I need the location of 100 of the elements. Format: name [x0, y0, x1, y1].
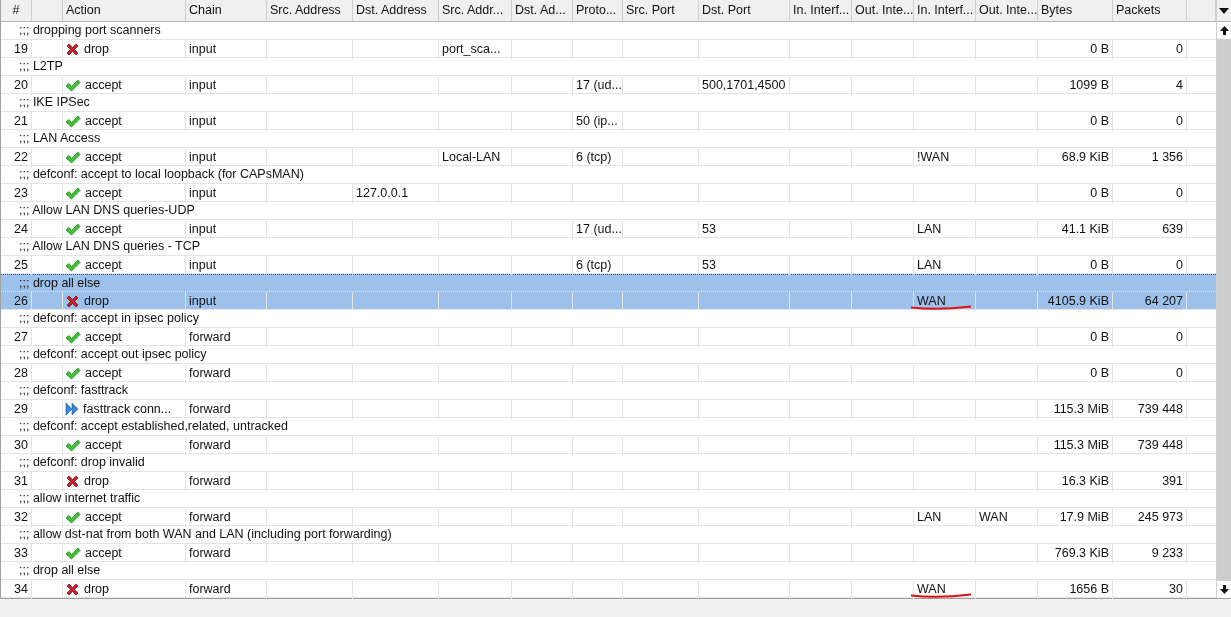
table-row[interactable]: 26 drop input WAN 4105.9 KiB 64 207 [1, 292, 1216, 310]
table-row[interactable]: 24 accept input 17 (ud... 53 LAN 41.1 KiB 639 [1, 220, 1216, 238]
caret-icon [1219, 7, 1229, 14]
table-row[interactable]: 33 accept forward 769.3 KiB 9 233 [1, 544, 1216, 562]
comment-row[interactable]: ;;; allow internet traffic [1, 490, 1216, 508]
table-cell-text: 1099 B [1069, 77, 1109, 94]
table-row[interactable]: 22 accept input Local-LAN 6 (tcp) !WAN 68.9 KiB 1 356 [1, 148, 1216, 166]
rule-comment: ;;; IKE IPSec [19, 94, 90, 112]
table-cell-text: 53 [702, 257, 716, 274]
comment-row[interactable]: ;;; defconf: accept out ipsec policy [1, 346, 1216, 364]
column-header[interactable]: Chain [186, 0, 267, 21]
rule-comment: ;;; defconf: accept to local loopback (for CAPsMAN) [19, 166, 304, 184]
column-header[interactable]: Src. Addr... [439, 0, 512, 21]
comment-row[interactable]: ;;; IKE IPSec [1, 94, 1216, 112]
column-header[interactable]: Dst. Address [353, 0, 439, 21]
scrollbar[interactable] [1216, 0, 1231, 598]
cross-icon [65, 293, 80, 309]
scroll-down-button[interactable] [1217, 581, 1231, 598]
table-cell-text: 41.1 KiB [1061, 221, 1109, 238]
table-row[interactable]: 29 fasttrack conn... forward 115.3 MiB 739 448 [1, 400, 1216, 418]
rule-comment: ;;; drop all else [19, 274, 101, 292]
rule-comment: ;;; defconf: drop invalid [19, 454, 145, 472]
rule-comment: ;;; LAN Access [19, 130, 101, 148]
comment-row[interactable]: ;;; defconf: accept to local loopback (for CAPsMAN) [1, 166, 1216, 184]
rule-comment: ;;; defconf: accept established,related, untracked [19, 418, 288, 436]
table-row[interactable]: 31 drop forward 16.3 KiB 391 [1, 472, 1216, 490]
table-cell-text: 6 (tcp) [576, 257, 612, 274]
column-header[interactable]: Out. Inte... [976, 0, 1038, 21]
rule-comment: ;;; Allow LAN DNS queries - TCP [19, 238, 201, 256]
comment-row[interactable]: ;;; allow dst-nat from both WAN and LAN (including port forwarding) [1, 526, 1216, 544]
action-label: accept [85, 437, 122, 454]
table-cell-text: 0 [1176, 113, 1183, 130]
comment-row[interactable]: ;;; dropping port scanners [1, 22, 1216, 40]
table-cell-text: 30 [1169, 581, 1183, 598]
table-cell-text: 115.3 MiB [1053, 437, 1109, 454]
table-cell-text: 0 B [1090, 113, 1109, 130]
table-cell-text: 0 [1176, 41, 1183, 58]
column-header[interactable]: In. Interf... [914, 0, 976, 21]
column-header[interactable]: Dst. Port [699, 0, 790, 21]
action-label: drop [84, 473, 110, 490]
action-label: drop [84, 41, 110, 58]
rule-comment: ;;; dropping port scanners [19, 22, 161, 40]
action-label: accept [85, 77, 122, 94]
column-header[interactable]: In. Interf... [790, 0, 852, 21]
table-cell-text: 391 [1162, 473, 1183, 490]
checkmark-icon [65, 366, 81, 380]
column-header[interactable]: Dst. Ad... [512, 0, 573, 21]
table-cell-text: input [189, 221, 217, 238]
comment-row[interactable]: ;;; drop all else [1, 274, 1216, 292]
comment-row[interactable]: ;;; drop all else [1, 562, 1216, 580]
table-row[interactable]: 21 accept input 50 (ip... 0 B 0 [1, 112, 1216, 130]
table-cell-text: input [189, 257, 217, 274]
rule-comment: ;;; drop all else [19, 562, 101, 580]
rule-comment: ;;; L2TP [19, 58, 63, 76]
table-cell-text: input [189, 293, 217, 310]
table-cell-text: 23 [14, 185, 28, 202]
comment-row[interactable]: ;;; LAN Access [1, 130, 1216, 148]
table-row[interactable]: 19 drop input port_sca... 0 B 0 [1, 40, 1216, 58]
scroll-up-button[interactable] [1217, 22, 1231, 39]
comment-row[interactable]: ;;; Allow LAN DNS queries - TCP [1, 238, 1216, 256]
column-header[interactable]: Bytes [1038, 0, 1113, 21]
comment-row[interactable]: ;;; Allow LAN DNS queries-UDP [1, 202, 1216, 220]
action-label: drop [84, 293, 110, 310]
column-header[interactable]: Out. Inte... [852, 0, 914, 21]
table-row[interactable]: 28 accept forward 0 B 0 [1, 364, 1216, 382]
table-cell-text: 33 [14, 545, 28, 562]
table-cell-text: 4 [1176, 77, 1183, 94]
cross-icon [65, 581, 80, 597]
column-header[interactable]: Action [63, 0, 186, 21]
table-row[interactable]: 23 accept input 127.0.0.1 0 B 0 [1, 184, 1216, 202]
comment-row[interactable]: ;;; defconf: accept in ipsec policy [1, 310, 1216, 328]
comment-row[interactable]: ;;; defconf: fasttrack [1, 382, 1216, 400]
comment-row[interactable]: ;;; defconf: accept established,related, untracked [1, 418, 1216, 436]
checkmark-icon [65, 78, 81, 92]
table-row[interactable]: 27 accept forward 0 B 0 [1, 328, 1216, 346]
rule-comment: ;;; allow internet traffic [19, 490, 141, 508]
table-cell-text: 0 B [1090, 365, 1109, 382]
column-header[interactable]: Packets [1113, 0, 1187, 21]
table-cell-text: 0 B [1090, 257, 1109, 274]
column-header[interactable]: Proto... [573, 0, 623, 21]
comment-row[interactable]: ;;; defconf: drop invalid [1, 454, 1216, 472]
table-cell-text: 17 (ud... [576, 221, 622, 238]
rule-comment: ;;; defconf: fasttrack [19, 382, 129, 400]
column-header[interactable]: # [1, 0, 32, 21]
checkmark-icon [65, 546, 81, 560]
table-cell-text: forward [189, 437, 231, 454]
table-cell-text: forward [189, 545, 231, 562]
column-header[interactable]: Src. Port [623, 0, 699, 21]
column-header[interactable]: Src. Address [267, 0, 353, 21]
table-row[interactable]: 30 accept forward 115.3 MiB 739 448 [1, 436, 1216, 454]
table-cell-text: 50 (ip... [576, 113, 618, 130]
rule-comment: ;;; defconf: accept out ipsec policy [19, 346, 207, 364]
scrollbar-thumb[interactable] [1217, 39, 1231, 581]
table-row[interactable]: 20 accept input 17 (ud... 500,1701,4500 1099 B 4 [1, 76, 1216, 94]
checkmark-icon [65, 186, 81, 200]
arrow-up-icon [1219, 26, 1229, 35]
comment-row[interactable]: ;;; L2TP [1, 58, 1216, 76]
action-label: accept [85, 329, 122, 346]
table-row[interactable]: 32 accept forward LAN WAN 17.9 MiB 245 973 [1, 508, 1216, 526]
table-cell-text: input [189, 113, 217, 130]
